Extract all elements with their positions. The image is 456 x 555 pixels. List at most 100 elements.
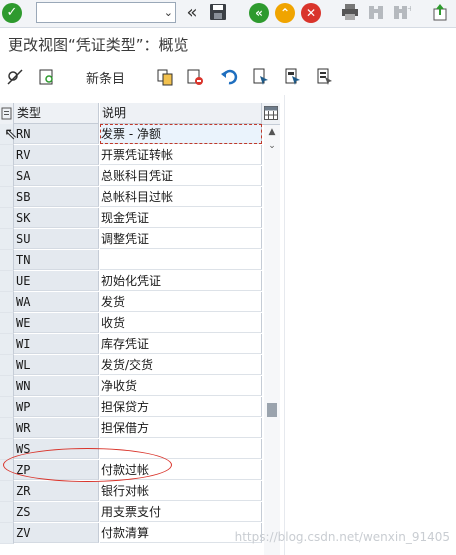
table-row[interactable]: WI 库存凭证 [0,334,262,355]
row-selector[interactable] [0,229,14,250]
page-title: 更改视图“凭证类型”：概览 [8,36,189,54]
row-selector[interactable] [0,439,14,460]
new-entries-button[interactable]: 新条目 [86,68,125,87]
details-icon[interactable] [38,68,56,86]
description-cell[interactable]: 用支票支付 [100,502,262,522]
description-cell[interactable]: 发货 [100,292,262,312]
type-cell: TN [14,250,99,270]
description-cell[interactable]: 发票 - 净额 [100,124,262,144]
collapse-icon[interactable]: « [182,3,202,23]
table-row[interactable]: WR 担保借方 [0,418,262,439]
delete-icon[interactable] [186,68,204,86]
row-selector[interactable] [0,355,14,376]
row-selector[interactable] [0,166,14,187]
table-row[interactable]: WE 收货 [0,313,262,334]
type-cell: ZR [14,481,99,501]
table-row[interactable]: SU 调整凭证 [0,229,262,250]
enter-icon[interactable]: ✓ [2,3,22,23]
find-next-icon[interactable]: + [392,3,414,23]
row-selector[interactable] [0,271,14,292]
description-cell[interactable]: 调整凭证 [100,229,262,249]
table-settings-icon[interactable] [262,103,280,125]
type-cell: WA [14,292,99,312]
description-cell[interactable]: 开票凭证转帐 [100,145,262,165]
table-row[interactable]: RN 发票 - 净额 [0,124,262,145]
table-row[interactable]: WN 净收货 [0,376,262,397]
command-input[interactable] [39,5,157,23]
table-row[interactable]: SB 总帐科目过帐 [0,187,262,208]
select-all-icon[interactable] [252,68,270,86]
cancel-icon[interactable]: ✕ [301,3,321,23]
description-cell[interactable]: 现金凭证 [100,208,262,228]
copy-as-icon[interactable] [156,68,174,86]
row-selector[interactable] [0,481,14,502]
description-cell[interactable]: 银行对帐 [100,481,262,501]
row-selector[interactable] [0,313,14,334]
type-cell: RN [14,124,99,144]
description-cell[interactable]: 总帐科目过帐 [100,187,262,207]
description-cell[interactable]: 担保贷方 [100,397,262,417]
shortcut-icon[interactable] [430,3,450,23]
description-cell[interactable]: 发货/交货 [100,355,262,375]
description-cell[interactable]: 库存凭证 [100,334,262,354]
type-cell: ZS [14,502,99,522]
row-selector[interactable] [0,397,14,418]
column-header-type[interactable]: 类型 [14,103,99,124]
scroll-up-icon[interactable]: ▲ [264,125,280,139]
scrollbar-thumb[interactable] [267,403,277,417]
type-cell: UE [14,271,99,291]
description-cell[interactable]: 收货 [100,313,262,333]
row-selector[interactable] [0,376,14,397]
type-cell: WL [14,355,99,375]
back-icon[interactable]: « [249,3,269,23]
description-cell[interactable]: 担保借方 [100,418,262,438]
command-dropdown-icon[interactable]: ⌄ [164,3,173,22]
table-row[interactable]: ZP 付款过帐 [0,460,262,481]
row-selector[interactable] [0,250,14,271]
row-selector[interactable] [0,187,14,208]
table-row[interactable]: ZS 用支票支付 [0,502,262,523]
table-row[interactable]: WA 发货 [0,292,262,313]
type-cell: ZV [14,523,99,543]
row-selector[interactable] [0,523,14,544]
row-selector[interactable] [0,145,14,166]
scroll-collapse-icon[interactable]: ⌄ [264,139,280,153]
column-header-description[interactable]: 说明 [100,103,262,124]
row-selector[interactable] [0,418,14,439]
select-block-icon[interactable] [284,68,302,86]
row-selector[interactable] [0,208,14,229]
row-selector[interactable] [0,502,14,523]
table-row[interactable]: WP 担保贷方 [0,397,262,418]
find-icon[interactable] [366,3,386,23]
command-field[interactable]: ⌄ [36,2,176,23]
table-row[interactable]: SK 现金凭证 [0,208,262,229]
print-icon[interactable] [340,3,360,23]
table-row[interactable]: SA 总账科目凭证 [0,166,262,187]
exit-icon[interactable]: ⌃ [275,3,295,23]
table-row[interactable]: ZV 付款清算 [0,523,262,544]
type-cell: WP [14,397,99,417]
table-row[interactable]: UE 初始化凭证 [0,271,262,292]
row-selector[interactable] [0,460,14,481]
description-cell[interactable]: 初始化凭证 [100,271,262,291]
table-row[interactable]: ZR 银行对帐 [0,481,262,502]
save-icon[interactable] [208,3,228,23]
display-change-icon[interactable] [6,68,24,86]
vertical-scrollbar[interactable]: ▲ ⌄ [264,125,280,555]
deselect-all-icon[interactable] [316,68,334,86]
description-cell[interactable] [100,439,262,459]
table-row[interactable]: TN [0,250,262,271]
description-cell[interactable] [100,250,262,270]
table-row[interactable]: RV 开票凭证转帐 [0,145,262,166]
type-cell: SA [14,166,99,186]
description-cell[interactable]: 总账科目凭证 [100,166,262,186]
table-row[interactable]: WS [0,439,262,460]
select-all-column-header[interactable] [0,103,14,125]
row-selector[interactable] [0,334,14,355]
undo-icon[interactable] [220,68,238,86]
row-selector[interactable] [0,292,14,313]
description-cell[interactable]: 净收货 [100,376,262,396]
type-cell: SB [14,187,99,207]
table-row[interactable]: WL 发货/交货 [0,355,262,376]
description-cell[interactable]: 付款过帐 [100,460,262,480]
